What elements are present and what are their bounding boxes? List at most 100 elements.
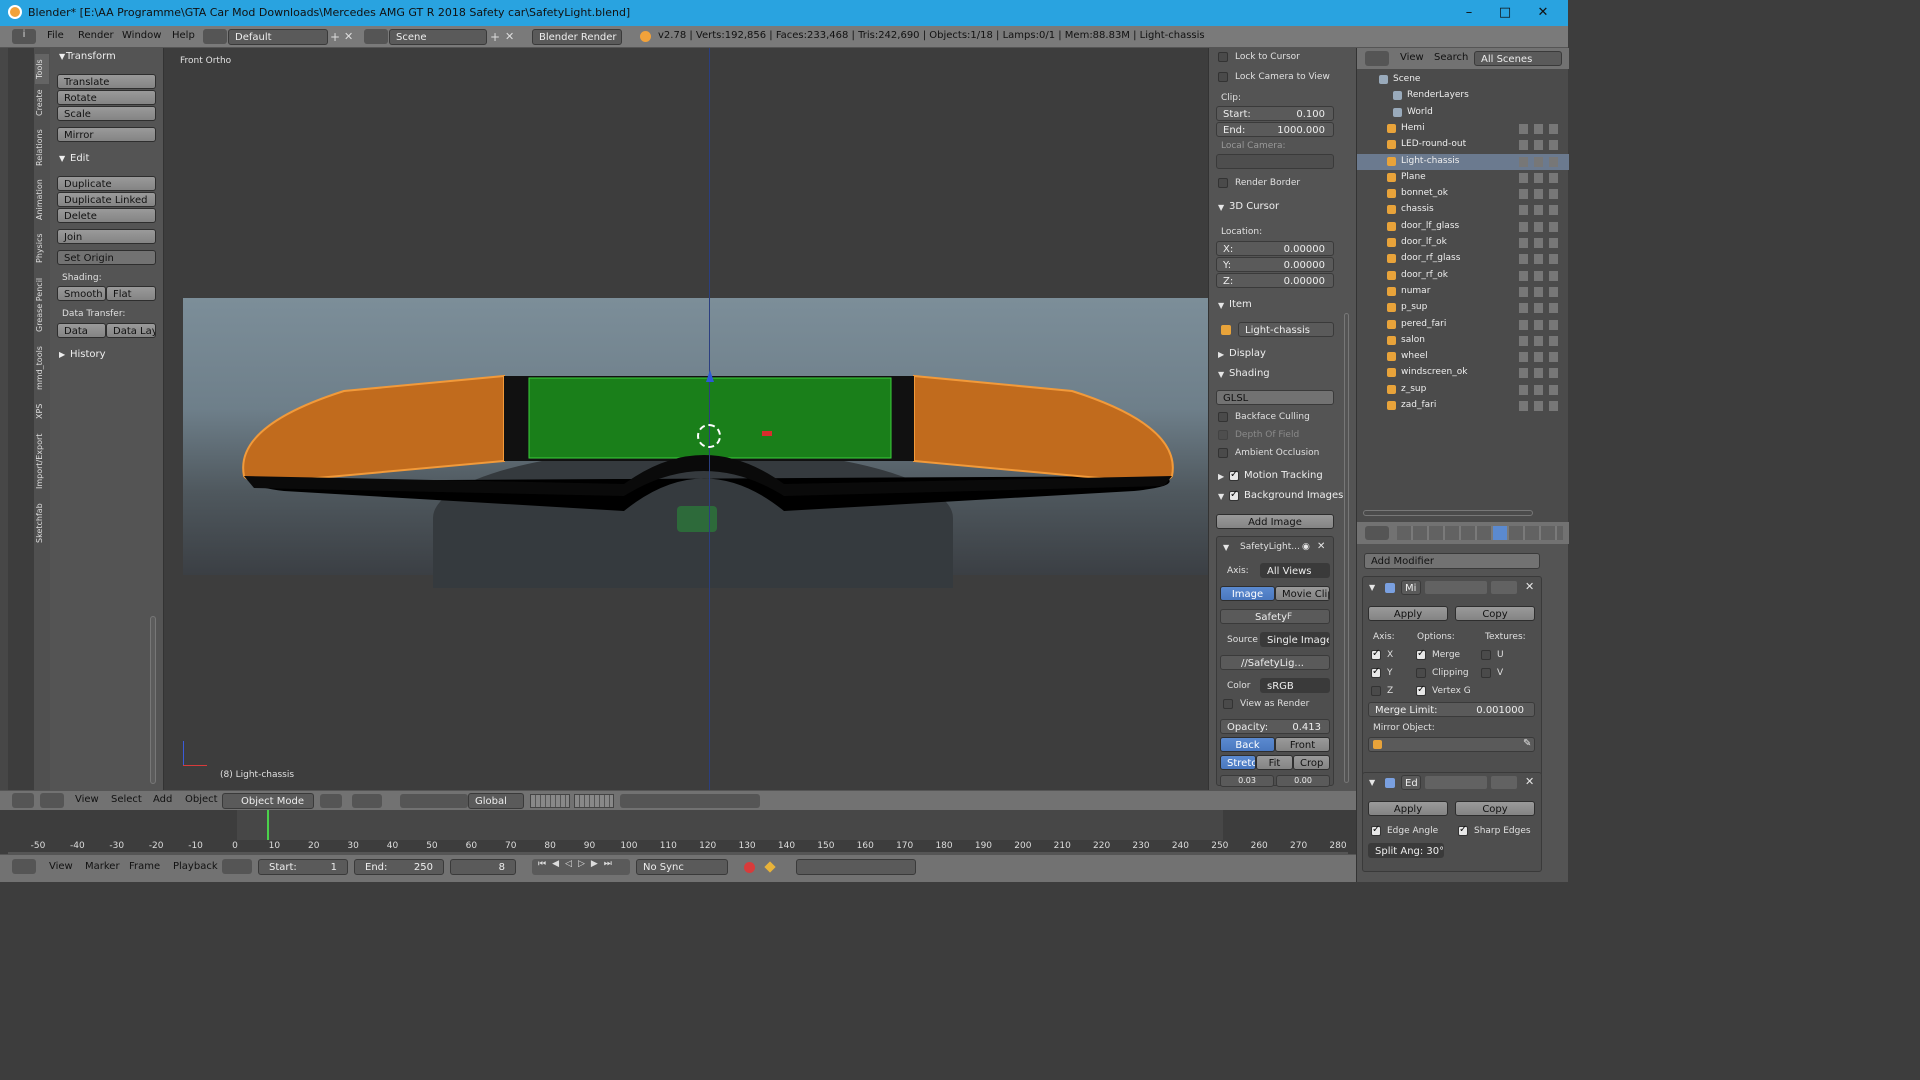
visibility-toggle-icons[interactable] (1519, 368, 1559, 379)
tab-xps[interactable]: XPS (35, 398, 49, 424)
clipping-checkbox[interactable] (1416, 668, 1426, 678)
eyedropper-icon[interactable]: ✎ (1523, 738, 1531, 749)
triangle-down-icon[interactable]: ▼ (1369, 778, 1375, 787)
outliner-item[interactable]: wheel (1357, 349, 1569, 365)
color-space-select[interactable]: sRGB (1260, 678, 1330, 693)
display-panel-header[interactable]: Display (1229, 348, 1266, 359)
menu-window[interactable]: Window (122, 30, 161, 41)
timeline[interactable]: -50 -40 -30 -20 -10 0 10 20 30 40 50 60 70 80 90 100 110… (0, 810, 1356, 856)
item-name-field[interactable]: Light-chassis (1238, 322, 1334, 337)
triangle-down-icon[interactable]: ▼ (1369, 583, 1375, 592)
crop-button[interactable]: Crop (1293, 755, 1330, 770)
outliner-item[interactable]: salon (1357, 333, 1569, 349)
data-button[interactable]: Data (57, 323, 106, 338)
edge-split-copy-button[interactable]: Copy (1455, 801, 1535, 816)
minimize-button[interactable]: – (1454, 3, 1484, 23)
modifier-visibility-icons[interactable] (1425, 581, 1487, 594)
screen-layout-field[interactable]: Default (228, 29, 328, 45)
outliner-item[interactable]: door_rf_ok (1357, 268, 1569, 284)
layer-grid-icon[interactable] (574, 794, 614, 808)
tab-physics[interactable]: Physics (35, 228, 49, 268)
item-panel-header[interactable]: Item (1229, 299, 1252, 310)
axis-y-checkbox[interactable] (1371, 666, 1381, 678)
tab-create[interactable]: Create (35, 86, 49, 120)
outliner-editor-icon[interactable] (1365, 51, 1389, 66)
edge-split-modifier-name[interactable]: Ed (1401, 775, 1421, 790)
tab-relations[interactable]: Relations (35, 124, 49, 172)
end-frame-field[interactable]: End: 250 (354, 859, 444, 875)
visibility-toggle-icons[interactable] (1519, 303, 1559, 314)
npanel-scrollbar[interactable] (1344, 313, 1349, 783)
outliner-item[interactable]: pered_fari (1357, 317, 1569, 333)
front-button[interactable]: Front (1275, 737, 1330, 752)
backface-culling-checkbox[interactable] (1218, 412, 1228, 422)
screen-layout-icon[interactable] (203, 29, 227, 44)
visibility-toggle-icons[interactable] (1519, 319, 1559, 330)
mirror-button[interactable]: Mirror (57, 127, 156, 142)
tab-animation[interactable]: Animation (35, 176, 49, 224)
keyframe-icon[interactable] (764, 861, 776, 873)
mirror-object-field[interactable] (1368, 737, 1535, 752)
outliner-item[interactable]: LED-round-out (1357, 137, 1569, 153)
add-screen-icon[interactable]: + (330, 30, 342, 44)
x-axis-arrow[interactable] (762, 431, 772, 436)
scale-button[interactable]: Scale (57, 106, 156, 121)
outliner-item[interactable]: Hemi (1357, 121, 1569, 137)
visibility-toggle-icons[interactable] (1519, 401, 1559, 411)
outliner-item[interactable]: Plane (1357, 170, 1569, 186)
image-tab-button[interactable]: Image (1220, 586, 1275, 601)
mirror-apply-button[interactable]: Apply (1368, 606, 1448, 621)
object-mode-select[interactable]: Object Mode (222, 793, 314, 809)
menu-add[interactable]: Add (153, 794, 172, 805)
visibility-toggle-icons[interactable] (1519, 238, 1559, 248)
outliner-item[interactable]: chassis (1357, 202, 1569, 218)
shading-mode-select[interactable]: GLSL (1216, 390, 1334, 405)
timeline-menu-view[interactable]: View (49, 861, 73, 872)
context-tab-icons[interactable] (1397, 526, 1563, 540)
opacity-field[interactable]: Opacity: 0.413 (1220, 719, 1330, 734)
view-as-render-checkbox[interactable] (1223, 699, 1233, 709)
rotate-button[interactable]: Rotate (57, 90, 156, 105)
pivot-point-icon[interactable] (352, 794, 382, 808)
set-origin-select[interactable]: Set Origin (57, 250, 156, 265)
tab-sketchfab[interactable]: Sketchfab (35, 498, 49, 548)
ambient-occlusion-checkbox[interactable] (1218, 448, 1228, 458)
visibility-toggle-icons[interactable] (1519, 384, 1559, 395)
visibility-toggle-icons[interactable] (1519, 140, 1559, 151)
texture-v-checkbox[interactable] (1481, 668, 1491, 678)
filepath-field[interactable]: //SafetyLig... (1220, 655, 1330, 670)
current-frame-marker[interactable] (267, 810, 269, 840)
current-frame-field[interactable]: 8 (450, 859, 516, 875)
3d-cursor-panel-header[interactable]: 3D Cursor (1229, 201, 1279, 212)
stretch-button[interactable]: Stretch (1220, 755, 1256, 770)
tab-grease-pencil[interactable]: Grease Pencil (35, 272, 49, 338)
outliner-item[interactable]: windscreen_ok (1357, 365, 1569, 381)
visibility-toggle-icons[interactable] (1519, 123, 1559, 134)
outliner-menu-view[interactable]: View (1400, 52, 1424, 63)
texture-u-checkbox[interactable] (1481, 650, 1491, 660)
outliner-scene-row[interactable]: Scene (1357, 72, 1569, 88)
shading-panel-header[interactable]: Shading (1229, 368, 1270, 379)
close-button[interactable]: ✕ (1528, 3, 1558, 23)
triangle-down-icon[interactable]: ▼ (1223, 543, 1229, 552)
outliner-item[interactable]: bonnet_ok (1357, 186, 1569, 202)
outliner-item[interactable]: p_sup (1357, 300, 1569, 316)
outliner-item[interactable]: RenderLayers (1357, 88, 1569, 104)
axis-select[interactable]: All Views (1260, 563, 1330, 578)
translate-button[interactable]: Translate (57, 74, 156, 89)
close-icon[interactable]: ✕ (1525, 775, 1534, 788)
remove-screen-icon[interactable]: ✕ (344, 30, 356, 44)
tab-tools[interactable]: Tools (35, 54, 49, 84)
source-select[interactable]: Single Image (1260, 632, 1330, 647)
eye-icon[interactable]: ◉ (1302, 542, 1310, 552)
tab-mmd-tools[interactable]: mmd_tools (35, 342, 49, 394)
modifier-move-icons[interactable] (1491, 776, 1517, 789)
offset-x-field[interactable]: 0.03 (1220, 775, 1274, 787)
history-panel-header[interactable]: History (54, 349, 106, 360)
clip-start-field[interactable]: Start: 0.100 (1216, 106, 1334, 121)
motion-tracking-panel-header[interactable]: Motion Tracking (1244, 470, 1323, 481)
duplicate-button[interactable]: Duplicate (57, 176, 156, 191)
editor-type-icon[interactable] (12, 793, 34, 808)
modifier-visibility-icons[interactable] (1425, 776, 1487, 789)
visibility-toggle-icons[interactable] (1519, 156, 1559, 167)
